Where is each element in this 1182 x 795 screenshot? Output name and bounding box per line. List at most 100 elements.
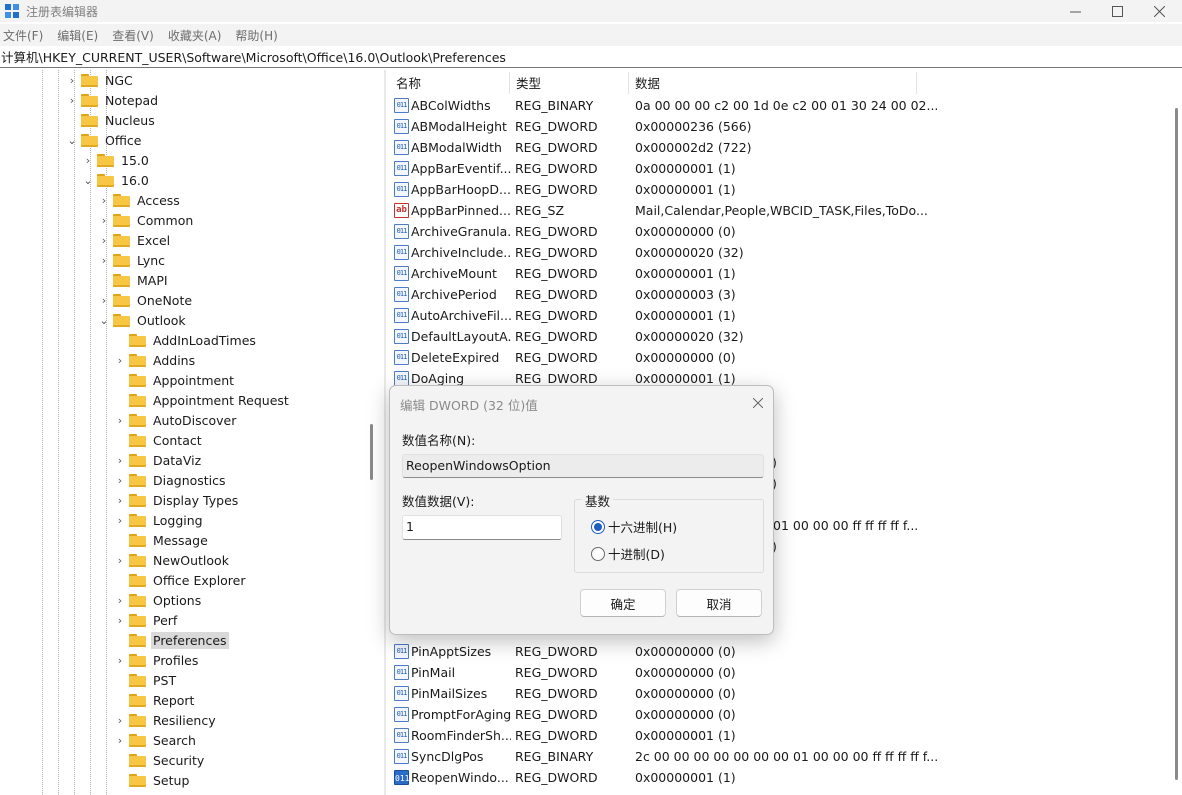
dialog-close-button[interactable] (746, 391, 770, 415)
chevron-right-icon[interactable]: › (114, 650, 126, 670)
tree-item[interactable]: › Access (98, 190, 182, 210)
tree-item[interactable]: › Addins (114, 350, 197, 370)
tree-item[interactable]: › Common (98, 210, 195, 230)
list-row[interactable]: 011 ArchiveMount REG_DWORD 0x00000001 (1) (390, 263, 1170, 284)
chevron-right-icon[interactable]: › (114, 450, 126, 470)
tree-item[interactable]: MAPI (98, 270, 170, 290)
list-row[interactable]: 011 DeleteExpired REG_DWORD 0x00000000 (0) (390, 347, 1170, 368)
tree-item[interactable]: Nucleus (66, 110, 157, 130)
tree-item[interactable]: AddInLoadTimes (114, 330, 258, 350)
column-type-header[interactable]: 类型 (510, 70, 628, 94)
chevron-right-icon[interactable]: › (114, 550, 126, 570)
tree-item[interactable]: Message (114, 530, 210, 550)
tree-item[interactable]: › Search (114, 730, 198, 750)
list-row[interactable]: 011 ABModalWidth REG_DWORD 0x000002d2 (722) (390, 137, 1170, 158)
list-row[interactable]: 011 PromptForAging REG_DWORD 0x00000000 (0) (390, 704, 1170, 725)
dec-radio[interactable] (591, 546, 605, 561)
tree-item[interactable]: › AutoDiscover (114, 410, 238, 430)
tree-item[interactable]: › Logging (114, 510, 205, 530)
chevron-down-icon[interactable]: ⌄ (66, 130, 78, 150)
chevron-right-icon[interactable]: › (98, 190, 110, 210)
list-row[interactable]: 011 ABModalHeight REG_DWORD 0x00000236 (566… (390, 116, 1170, 137)
tree-item[interactable]: › OneNote (98, 290, 194, 310)
chevron-right-icon[interactable]: › (66, 90, 78, 110)
tree-item[interactable]: ⌄ Office (66, 130, 144, 150)
list-row[interactable]: 011 PinApptSizes REG_DWORD 0x00000000 (0) (390, 641, 1170, 662)
tree-item[interactable]: › Display Types (114, 490, 240, 510)
list-row[interactable]: 011 AppBarHoopD... REG_DWORD 0x00000001 (1) (390, 179, 1170, 200)
tree-item[interactable]: › NewOutlook (114, 550, 231, 570)
chevron-right-icon[interactable]: › (114, 470, 126, 490)
list-row[interactable]: 011 PinMailSizes REG_DWORD 0x00000000 (0) (390, 683, 1170, 704)
tree-item[interactable]: Preferences (114, 630, 229, 650)
tree-item[interactable]: Office Explorer (114, 570, 248, 590)
column-separator[interactable] (916, 72, 917, 94)
chevron-right-icon[interactable]: › (114, 610, 126, 630)
list-row[interactable]: 011 RoomFinderSh... REG_DWORD 0x00000001 (1… (390, 725, 1170, 746)
tree-item[interactable]: Appointment (114, 370, 236, 390)
list-row[interactable]: 011 AppBarEventif... REG_DWORD 0x00000001 (… (390, 158, 1170, 179)
hex-radio-option[interactable]: 十六进制(H) (591, 517, 677, 536)
tree-item[interactable]: Security (114, 750, 206, 770)
column-name-header[interactable]: 名称 (390, 70, 510, 94)
tree-item[interactable]: › Resiliency (114, 710, 218, 730)
chevron-right-icon[interactable]: › (66, 70, 78, 90)
chevron-down-icon[interactable]: ⌄ (82, 170, 94, 190)
menu-view[interactable]: 查看(V) (112, 27, 154, 44)
tree-item[interactable]: › Notepad (66, 90, 160, 110)
tree-scrollbar[interactable] (370, 424, 373, 480)
tree-item[interactable]: › Perf (114, 610, 179, 630)
chevron-right-icon[interactable]: › (98, 230, 110, 250)
list-row[interactable]: 011 AutoArchiveFil... REG_DWORD 0x00000001 … (390, 305, 1170, 326)
chevron-right-icon[interactable]: › (114, 490, 126, 510)
ok-button[interactable]: 确定 (580, 589, 666, 617)
address-bar[interactable]: 计算机\HKEY_CURRENT_USER\Software\Microsoft… (0, 46, 1182, 68)
tree-item[interactable]: › Lync (98, 250, 167, 270)
menu-favorites[interactable]: 收藏夹(A) (168, 27, 222, 44)
chevron-right-icon[interactable]: › (114, 730, 126, 750)
chevron-right-icon[interactable]: › (114, 710, 126, 730)
chevron-right-icon[interactable]: › (114, 410, 126, 430)
tree-item[interactable]: › 15.0 (82, 150, 151, 170)
tree-item[interactable]: Setup (114, 770, 191, 790)
tree-item[interactable]: Appointment Request (114, 390, 291, 410)
tree-item[interactable]: › Excel (98, 230, 172, 250)
menu-file[interactable]: 文件(F) (3, 27, 43, 44)
maximize-button[interactable] (1094, 0, 1140, 22)
list-row[interactable]: ab AppBarPinned... REG_SZ Mail,Calendar,Peo… (390, 200, 1170, 221)
tree-item[interactable]: Contact (114, 430, 204, 450)
chevron-right-icon[interactable]: › (114, 510, 126, 530)
column-data-header[interactable]: 数据 (629, 70, 916, 94)
tree-item[interactable]: › DataViz (114, 450, 203, 470)
tree-item[interactable]: ⌄ 16.0 (82, 170, 151, 190)
hex-radio[interactable] (591, 519, 605, 534)
tree-item[interactable]: Report (114, 690, 196, 710)
cancel-button[interactable]: 取消 (676, 589, 762, 617)
value-data-input[interactable]: 1 (402, 515, 562, 540)
chevron-right-icon[interactable]: › (114, 350, 126, 370)
chevron-right-icon[interactable]: › (98, 290, 110, 310)
pane-splitter[interactable] (384, 70, 386, 795)
list-row[interactable]: 011 DefaultLayoutA... REG_DWORD 0x00000020 … (390, 326, 1170, 347)
chevron-down-icon[interactable]: ⌄ (98, 310, 110, 330)
list-row[interactable]: 011 ReopenWindo... REG_DWORD 0x00000001 (1) (390, 767, 1170, 788)
dec-radio-option[interactable]: 十进制(D) (591, 544, 665, 563)
list-row[interactable]: 011 ArchiveGranula... REG_DWORD 0x00000000 … (390, 221, 1170, 242)
tree-item[interactable]: › Profiles (114, 650, 200, 670)
chevron-right-icon[interactable]: › (114, 590, 126, 610)
list-row[interactable]: 011 SyncDlgPos REG_BINARY 2c 00 00 00 00 00… (390, 746, 1170, 767)
tree-item[interactable]: › NGC (66, 70, 135, 90)
chevron-right-icon[interactable]: › (98, 210, 110, 230)
chevron-right-icon[interactable]: › (82, 150, 94, 170)
list-row[interactable]: 011 ArchiveInclude... REG_DWORD 0x00000020 … (390, 242, 1170, 263)
minimize-button[interactable] (1052, 0, 1098, 22)
menu-help[interactable]: 帮助(H) (235, 27, 277, 44)
list-row[interactable]: 011 ABColWidths REG_BINARY 0a 00 00 00 c2 0… (390, 95, 1170, 116)
tree-item[interactable]: ⌄ Outlook (98, 310, 188, 330)
close-window-button[interactable] (1136, 0, 1182, 22)
list-scrollbar[interactable] (1175, 108, 1178, 780)
tree-item[interactable]: › Options (114, 590, 203, 610)
tree-item[interactable]: › Diagnostics (114, 470, 228, 490)
list-row[interactable]: 011 PinMail REG_DWORD 0x00000000 (0) (390, 662, 1170, 683)
chevron-right-icon[interactable]: › (98, 250, 110, 270)
